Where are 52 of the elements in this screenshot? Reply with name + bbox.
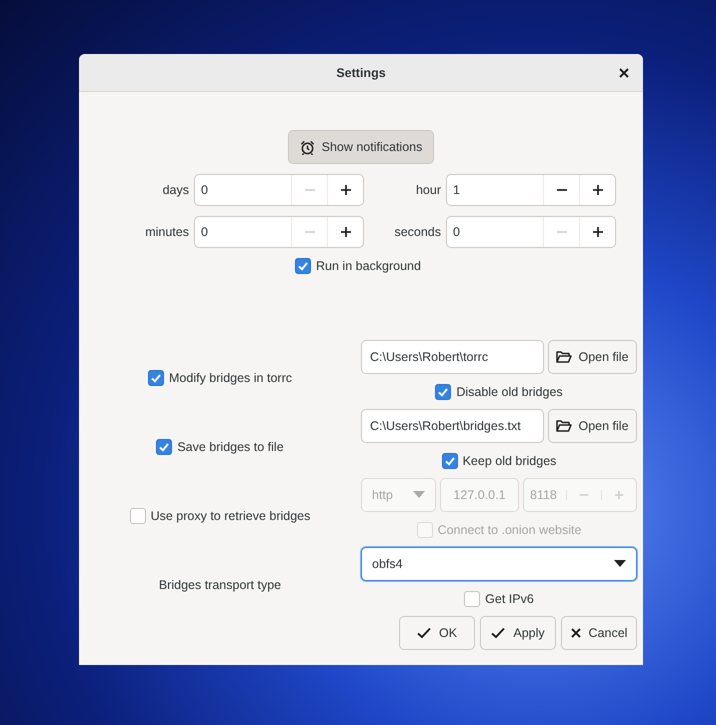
- checkbox-label: Save bridges to file: [177, 440, 284, 454]
- check-icon: [416, 627, 431, 639]
- spin-field[interactable]: 1: [446, 174, 616, 206]
- checkbox[interactable]: [442, 452, 458, 468]
- spin-value: 0: [200, 182, 209, 199]
- plus-icon: [340, 226, 352, 238]
- spin-value: 0: [200, 224, 209, 241]
- path-field[interactable]: C:\Users\Robert\torrc: [361, 340, 544, 374]
- spin-value: 8118: [529, 488, 558, 502]
- spin-value: 1: [452, 182, 461, 199]
- checkbox-label: Modify bridges in torrc: [169, 370, 292, 384]
- checkbox[interactable]: [148, 370, 164, 386]
- checkbox-label: Get IPv6: [485, 592, 534, 606]
- open-file-button[interactable]: Open file: [548, 340, 637, 374]
- window-title: Settings: [336, 66, 386, 80]
- close-icon: [570, 628, 581, 638]
- timer-label: seconds: [394, 225, 441, 239]
- checkbox-label: Disable old bridges: [456, 384, 563, 398]
- confirm-button[interactable]: Apply: [480, 616, 556, 650]
- spin-value: 0: [452, 224, 461, 241]
- checkbox-label: Connect to .onion website: [438, 522, 582, 536]
- plus-icon: [614, 490, 624, 500]
- timer-label: minutes: [145, 225, 189, 239]
- close-icon[interactable]: [619, 68, 629, 78]
- confirm-button[interactable]: OK: [399, 616, 475, 650]
- checkbox[interactable]: [435, 384, 452, 400]
- plus-icon: [592, 226, 604, 238]
- show-notifications-button[interactable]: Show notifications: [288, 130, 434, 164]
- folder-icon: [556, 419, 572, 433]
- checkbox-label: Keep old bridges: [462, 454, 556, 468]
- spin-field[interactable]: 0: [194, 216, 364, 248]
- folder-icon: [556, 350, 572, 364]
- checkbox[interactable]: [295, 258, 312, 274]
- field-label: Bridges transport type: [158, 578, 282, 592]
- cancel-button[interactable]: Cancel: [561, 616, 637, 650]
- check-icon: [491, 627, 506, 639]
- timer-label: hour: [416, 183, 441, 197]
- checkbox[interactable]: [156, 438, 172, 454]
- checkbox[interactable]: [464, 590, 480, 606]
- checkbox-label: Run in background: [316, 259, 421, 273]
- spin-field[interactable]: 0: [446, 216, 616, 248]
- caret-icon: [413, 491, 425, 499]
- transport-dropdown[interactable]: obfs4: [361, 547, 637, 581]
- caret-icon: [614, 560, 626, 568]
- checkbox-label: Use proxy to retrieve bridges: [150, 508, 310, 522]
- plus-icon: [592, 184, 604, 196]
- spin-field[interactable]: 0: [194, 174, 364, 206]
- plus-icon: [340, 184, 352, 196]
- path-field[interactable]: C:\Users\Robert\bridges.txt: [361, 409, 544, 443]
- timer-label: days: [162, 183, 189, 197]
- alarm-clock-icon: [300, 140, 315, 154]
- open-file-button[interactable]: Open file: [548, 409, 637, 443]
